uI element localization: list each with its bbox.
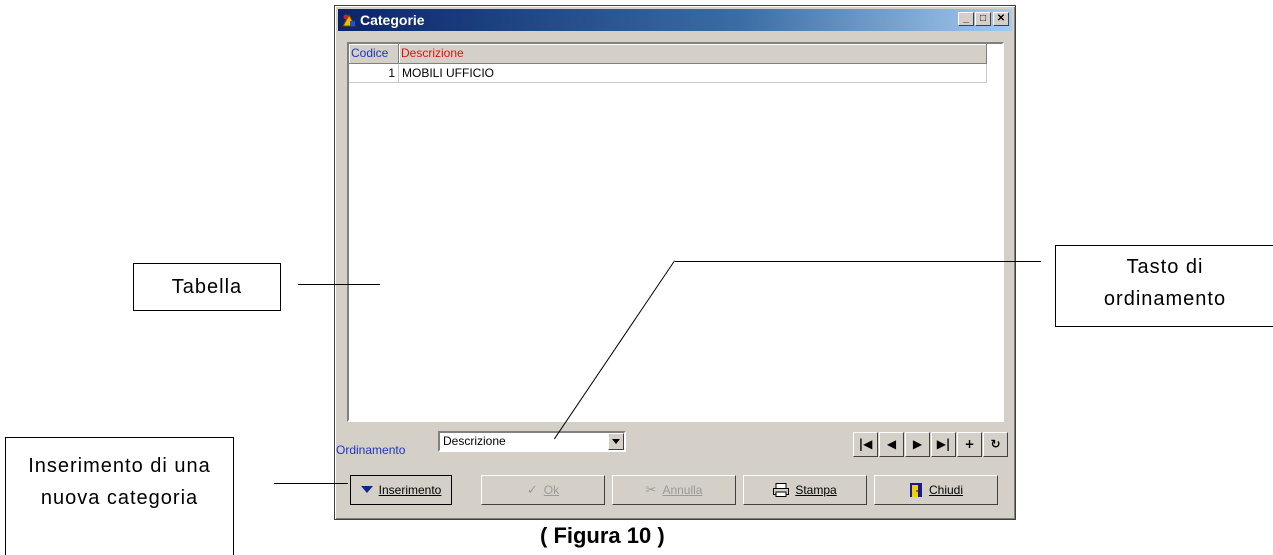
annotation-tasto-ordinamento: Tasto di ordinamento	[1055, 245, 1273, 327]
cell-codice[interactable]: 1	[349, 64, 399, 82]
cell-descrizione[interactable]: MOBILI UFFICIO	[399, 64, 987, 82]
prior-record-icon[interactable]: ◀	[879, 432, 904, 457]
figure-caption: ( Figura 10 )	[540, 523, 665, 548]
scissors-icon: ✂	[645, 482, 657, 497]
window-title: Categorie	[360, 12, 425, 28]
table-row[interactable]: 1 MOBILI UFFICIO	[349, 64, 987, 83]
column-header-codice[interactable]: Codice	[349, 44, 399, 64]
annotation-tabella: Tabella	[133, 263, 281, 311]
categories-app-icon	[342, 13, 356, 27]
sort-select-value: Descrizione	[443, 434, 506, 448]
door-exit-icon	[909, 483, 922, 497]
insert-record-icon[interactable]: +	[957, 432, 982, 457]
chiudi-button[interactable]: Chiudi	[874, 475, 998, 505]
title-bar[interactable]: Categorie _ □ ✕	[338, 9, 1012, 31]
annulla-label: Annulla	[662, 483, 703, 497]
printer-icon	[773, 483, 790, 497]
sort-label: Ordinamento	[336, 443, 406, 457]
inserimento-button[interactable]: Inserimento	[350, 475, 452, 505]
ok-button[interactable]: ✓ Ok	[481, 475, 605, 505]
maximize-button[interactable]: □	[975, 12, 991, 26]
chiudi-label: Chiudi	[928, 483, 964, 497]
stampa-button[interactable]: Stampa	[743, 475, 867, 505]
last-record-icon[interactable]: ▶|	[931, 432, 956, 457]
triangle-down-icon	[360, 486, 373, 493]
close-button[interactable]: ✕	[993, 12, 1009, 26]
annotation-inserimento-text: Inserimento di una nuova categoria	[28, 455, 211, 509]
annotation-tabella-line	[298, 284, 380, 285]
sort-select[interactable]: Descrizione	[438, 431, 626, 452]
stampa-label: Stampa	[795, 483, 837, 497]
categories-table[interactable]: Codice Descrizione 1 MOBILI UFFICIO	[347, 42, 1004, 422]
ok-label: Ok	[543, 483, 560, 497]
chevron-down-icon[interactable]	[608, 433, 624, 450]
annotation-inserimento: Inserimento di una nuova categoria	[5, 437, 234, 555]
categorie-window: Categorie _ □ ✕ Codice Descrizione 1 MOB…	[334, 5, 1016, 520]
table-header: Codice Descrizione	[349, 44, 987, 64]
annotation-tasto-line-horizontal	[675, 261, 1041, 262]
annotation-tasto-text: Tasto di ordinamento	[1103, 256, 1227, 310]
inserimento-label: Inserimento	[378, 483, 442, 497]
next-record-icon[interactable]: ▶	[905, 432, 930, 457]
column-header-descrizione[interactable]: Descrizione	[399, 44, 987, 64]
annulla-button[interactable]: ✂ Annulla	[612, 475, 736, 505]
annotation-tabella-text: Tabella	[171, 276, 243, 298]
minimize-button[interactable]: _	[958, 12, 974, 26]
refresh-icon[interactable]: ↻	[983, 432, 1008, 457]
checkmark-icon: ✓	[526, 482, 538, 497]
annotation-inserimento-line	[274, 483, 348, 484]
first-record-icon[interactable]: |◀	[853, 432, 878, 457]
record-navigator: |◀ ◀ ▶ ▶| + ↻	[853, 432, 1009, 457]
